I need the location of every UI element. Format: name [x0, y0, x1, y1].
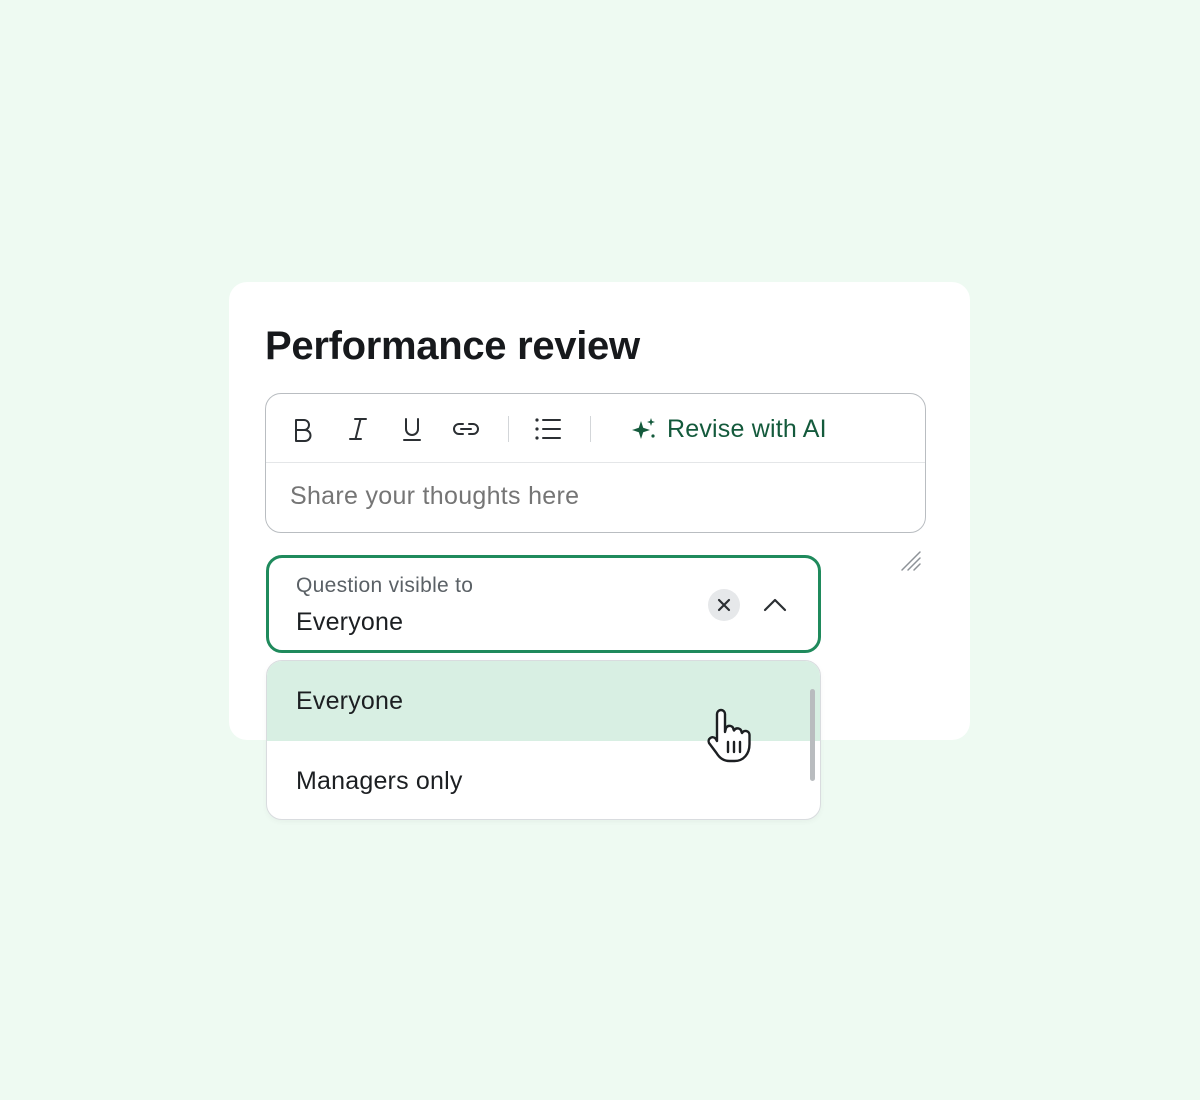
- visibility-select[interactable]: Question visible to Everyone: [266, 555, 821, 653]
- italic-icon: [349, 418, 367, 440]
- revise-with-ai-label: Revise with AI: [667, 414, 827, 443]
- hand-pointer-cursor-icon: [703, 708, 755, 766]
- bulleted-list-icon: [535, 418, 561, 440]
- page-title: Performance review: [265, 324, 640, 368]
- bulleted-list-button[interactable]: [533, 414, 563, 444]
- link-icon: [453, 423, 479, 435]
- underline-button[interactable]: [397, 414, 427, 444]
- italic-button[interactable]: [343, 414, 373, 444]
- link-button[interactable]: [451, 414, 481, 444]
- toolbar-divider: [590, 416, 591, 442]
- resize-grip-icon: [901, 551, 921, 571]
- sparkle-icon: [632, 418, 655, 439]
- editor-toolbar: Revise with AI: [266, 394, 925, 463]
- rich-text-editor[interactable]: Revise with AI: [265, 393, 926, 533]
- dropdown-scrollbar[interactable]: [810, 689, 815, 781]
- resize-handle[interactable]: [899, 549, 923, 573]
- clear-selection-button[interactable]: [708, 589, 740, 621]
- revise-with-ai-button[interactable]: Revise with AI: [631, 412, 827, 446]
- bold-icon: [295, 419, 312, 442]
- bold-button[interactable]: [288, 414, 318, 444]
- close-icon: [717, 598, 731, 612]
- thoughts-input[interactable]: [290, 482, 890, 511]
- dropdown-toggle-button[interactable]: [759, 589, 791, 621]
- toolbar-divider: [508, 416, 509, 442]
- chevron-up-icon: [763, 598, 787, 612]
- visibility-select-label: Question visible to: [296, 574, 474, 597]
- visibility-select-value: Everyone: [296, 608, 404, 636]
- underline-icon: [403, 418, 421, 441]
